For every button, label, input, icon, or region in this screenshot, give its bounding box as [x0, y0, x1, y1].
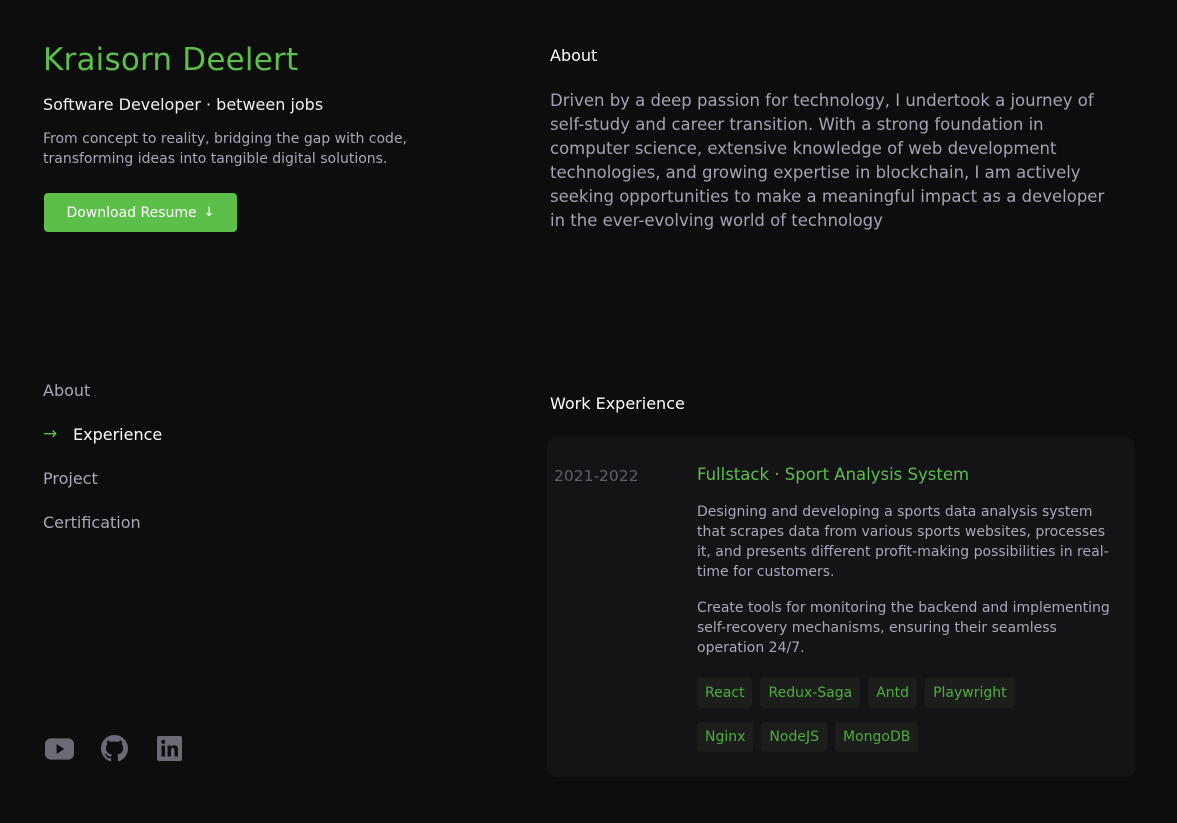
experience-period: 2021-2022	[554, 467, 639, 485]
arrow-right-icon: →	[43, 424, 58, 444]
profile-role: Software Developer · between jobs	[43, 95, 324, 114]
download-resume-button[interactable]: Download Resume ↓	[44, 193, 237, 232]
about-text: Driven by a deep passion for technology,…	[550, 91, 1105, 230]
tech-tag: React	[697, 678, 753, 708]
nav-item-label: Experience	[73, 424, 163, 444]
about-heading: About	[550, 46, 598, 65]
linkedin-icon[interactable]	[155, 734, 184, 763]
experience-card[interactable]: 2021-2022 Fullstack · Sport Analysis Sys…	[547, 437, 1135, 777]
github-icon[interactable]	[100, 734, 129, 763]
download-resume-label: Download Resume	[66, 204, 197, 221]
main-content: About Driven by a deep passion for techn…	[547, 0, 1135, 823]
tech-tag: NodeJS	[761, 722, 827, 752]
experience-body: Fullstack · Sport Analysis System Design…	[697, 465, 1122, 752]
nav-item-experience[interactable]: → Experience	[43, 412, 162, 456]
social-links	[45, 734, 184, 763]
tech-tag: MongoDB	[834, 722, 919, 752]
tech-tag: Playwright	[925, 678, 1015, 708]
profile-tagline: From concept to reality, bridging the ga…	[43, 131, 408, 167]
nav-item-about[interactable]: About	[43, 368, 162, 412]
nav-item-certification[interactable]: Certification	[43, 500, 162, 544]
youtube-icon[interactable]	[45, 734, 74, 763]
arrow-down-icon: ↓	[203, 205, 215, 220]
tech-tag: Antd	[868, 678, 918, 708]
section-nav: About → Experience Project Certification	[43, 368, 162, 544]
nav-item-label: About	[43, 380, 91, 400]
work-experience-heading: Work Experience	[550, 394, 685, 413]
experience-title[interactable]: Fullstack · Sport Analysis System	[697, 465, 1122, 484]
nav-item-project[interactable]: Project	[43, 456, 162, 500]
tech-tag: Redux-Saga	[760, 678, 861, 708]
nav-item-label: Certification	[43, 512, 141, 532]
sidebar: Kraisorn Deelert Software Developer · be…	[43, 0, 463, 823]
nav-item-label: Project	[43, 468, 98, 488]
experience-description: Create tools for monitoring the backend …	[697, 600, 1110, 656]
tech-tags: React Redux-Saga Antd Playwright Nginx N…	[697, 678, 1037, 752]
profile-name: Kraisorn Deelert	[43, 42, 299, 78]
experience-description: Designing and developing a sports data a…	[697, 504, 1109, 580]
tech-tag: Nginx	[697, 722, 754, 752]
